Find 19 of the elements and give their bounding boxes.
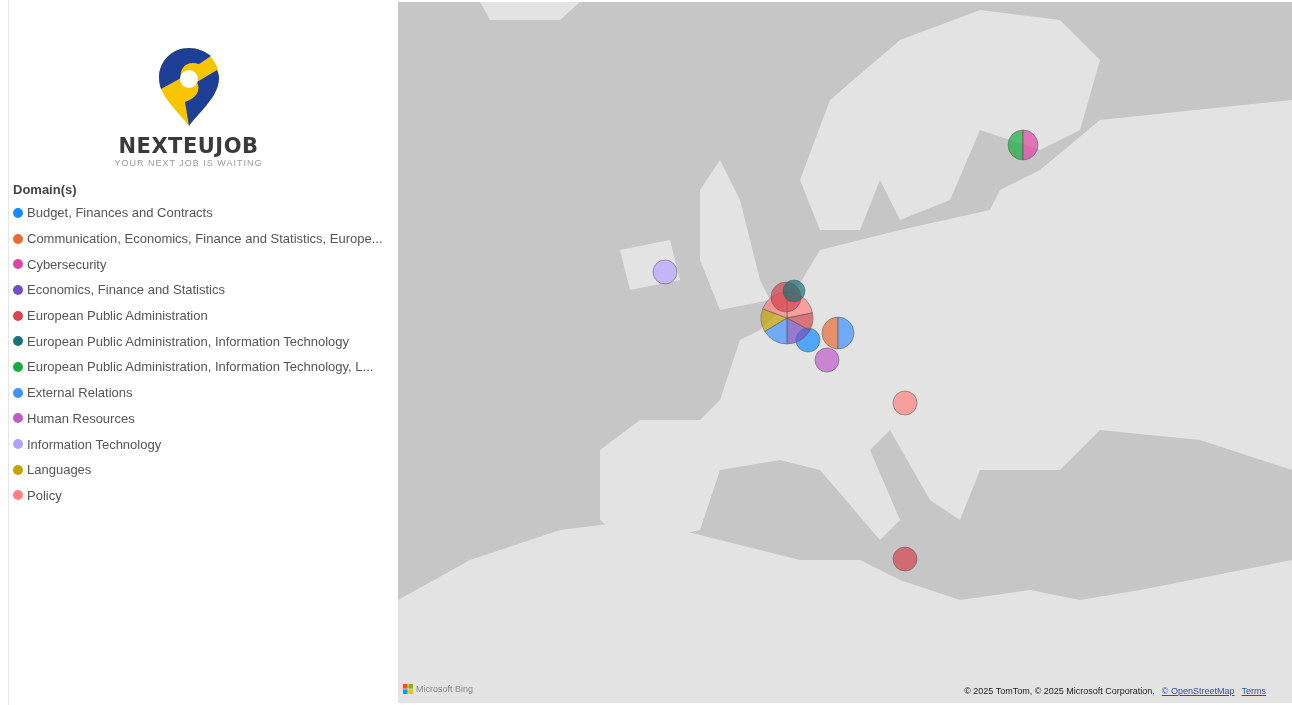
legend-label: External Relations	[27, 385, 133, 401]
legend-label: European Public Administration	[27, 308, 208, 324]
legend-label: European Public Administration, Information Technology, L...	[27, 359, 374, 375]
legend-title: Domain(s)	[13, 181, 78, 199]
legend-label: Budget, Finances and Contracts	[27, 205, 213, 221]
attribution-text: © 2025 TomTom, © 2025 Microsoft Corporation,	[964, 686, 1155, 696]
legend-label: European Public Administration, Information Technology	[27, 333, 350, 349]
legend-label: Cybersecurity	[27, 256, 107, 272]
legend-label: Information Technology	[27, 436, 162, 452]
legend-label: Policy	[27, 487, 62, 503]
brand-name: NEXTEUJOB	[118, 134, 259, 158]
legend-label: Communication, Economics, Finance and Statistics, Europe...	[27, 231, 383, 247]
tagline: YOUR NEXT JOB IS WAITING	[114, 158, 263, 168]
legend-label: Human Resources	[27, 410, 135, 426]
provider-name: Microsoft Bing	[416, 684, 474, 694]
attribution-link[interactable]: Terms	[1241, 686, 1266, 696]
attribution-link[interactable]: © OpenStreetMap	[1161, 686, 1235, 696]
legend-label: Languages	[27, 462, 92, 478]
legend-label: Economics, Finance and Statistics	[27, 282, 225, 298]
